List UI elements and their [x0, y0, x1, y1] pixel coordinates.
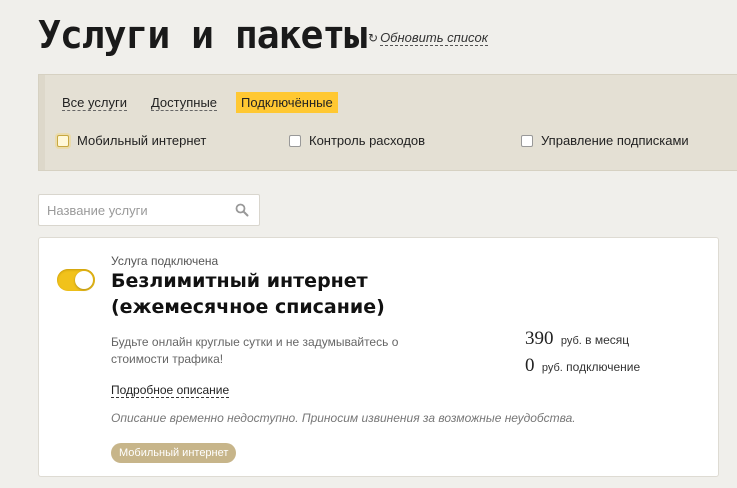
detailed-description-link[interactable]: Подробное описание [111, 383, 230, 398]
checkbox[interactable] [289, 135, 301, 147]
monthly-price: 390 руб. в месяц [525, 328, 629, 350]
tab-connected[interactable]: Подключённые [236, 92, 338, 113]
category-tag[interactable]: Мобильный интернет [111, 443, 237, 463]
price-period: подключение [566, 360, 641, 374]
refresh-icon: ↻ [368, 31, 379, 45]
filter-panel: Все услуги Доступные Подключённые Мобильны… [38, 74, 737, 171]
price-period: в месяц [585, 333, 630, 347]
unavailable-notice: Описание временно недоступно. Приносим и… [111, 411, 576, 425]
tab-label: Доступные [150, 95, 218, 111]
filter-label: Управление подписками [541, 133, 689, 148]
search-box [38, 194, 260, 226]
checkbox[interactable] [521, 135, 533, 147]
tab-label: Подключённые [241, 95, 333, 110]
filter-label: Контроль расходов [309, 133, 426, 148]
price-amount: 390 [525, 328, 554, 349]
filter-subscriptions[interactable]: Управление подписками [521, 133, 689, 148]
price-amount: 0 [525, 355, 535, 376]
search-input[interactable] [45, 202, 229, 219]
tab-available[interactable]: Доступные [146, 92, 222, 113]
service-status: Услуга подключена [111, 254, 219, 268]
page-header: Услуги и пакеты [38, 10, 367, 60]
price-currency: руб. [560, 335, 582, 347]
toggle-knob [75, 271, 93, 289]
tab-all-services[interactable]: Все услуги [57, 92, 132, 113]
service-toggle[interactable] [57, 269, 95, 291]
filter-mobile-internet[interactable]: Мобильный интернет [57, 133, 206, 148]
refresh-list-label: Обновить список [380, 30, 488, 46]
search-icon[interactable] [235, 203, 249, 217]
tab-label: Все услуги [62, 95, 127, 111]
service-title: Безлимитный интернет (ежемесячное списан… [111, 270, 385, 318]
refresh-list-link[interactable]: ↻ Обновить список [368, 30, 488, 46]
filter-expense-control[interactable]: Контроль расходов [289, 133, 425, 148]
filter-label: Мобильный интернет [77, 133, 207, 148]
page-title: Услуги и пакеты [38, 13, 367, 57]
tabs: Все услуги Доступные Подключённые [57, 92, 352, 113]
checkbox[interactable] [57, 135, 69, 147]
price-currency: руб. [541, 362, 563, 374]
service-card: Услуга подключена Безлимитный интернет (… [38, 237, 719, 477]
service-description: Будьте онлайн круглые сутки и не задумыв… [111, 335, 399, 366]
connection-price: 0 руб. подключение [525, 355, 640, 377]
